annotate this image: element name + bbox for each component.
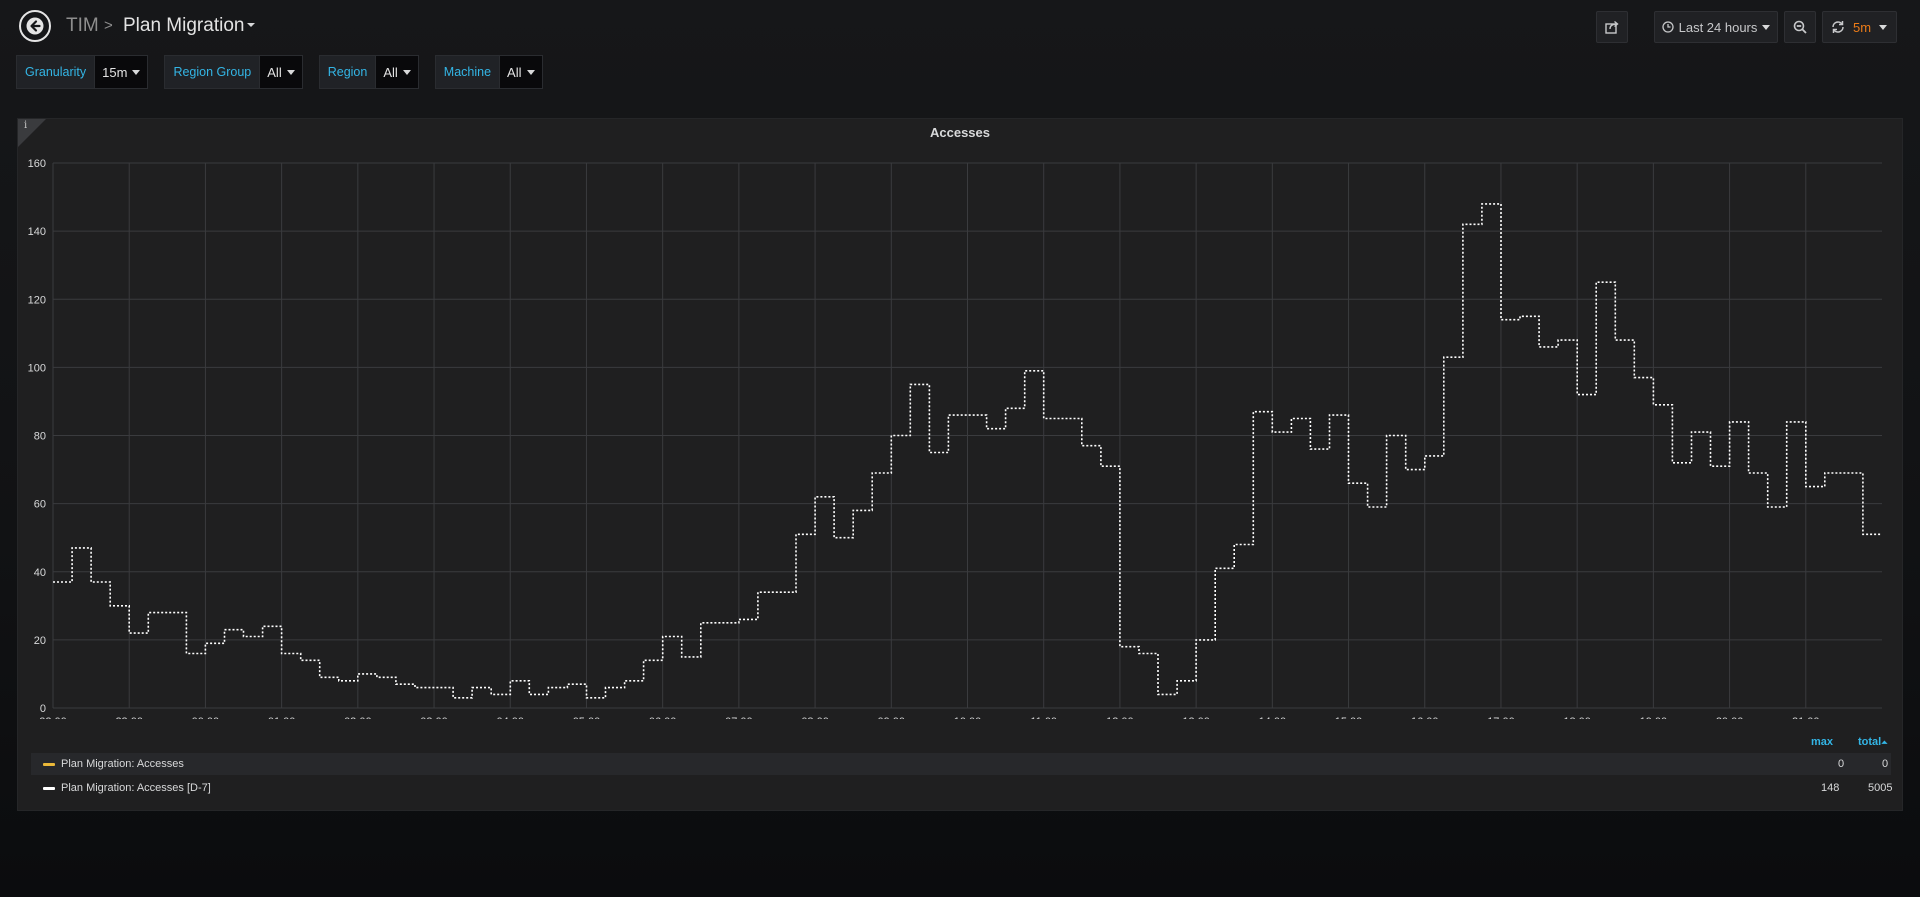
y-tick-label: 40 xyxy=(34,567,46,579)
refresh-icon xyxy=(1832,21,1844,33)
y-tick-label: 20 xyxy=(34,635,46,647)
chevron-down-icon xyxy=(1879,24,1888,30)
legend-max-value: 148 xyxy=(1821,782,1840,794)
x-tick-label: 19:00 xyxy=(1640,716,1668,719)
x-tick-label: 16:00 xyxy=(1411,716,1439,719)
y-tick-label: 80 xyxy=(34,431,46,443)
x-tick-label: 10:00 xyxy=(954,716,982,719)
legend-row[interactable]: Plan Migration: Accesses [D-7] 148 5005 xyxy=(31,777,1893,799)
x-tick-label: 06:00 xyxy=(649,716,677,719)
x-tick-label: 23:00 xyxy=(115,716,143,719)
clock-icon xyxy=(1661,21,1674,33)
x-tick-label: 18:00 xyxy=(1563,716,1591,719)
x-tick-label: 17:00 xyxy=(1487,716,1515,719)
legend-total-value: 5005 xyxy=(1868,782,1893,794)
x-tick-label: 11:00 xyxy=(1030,716,1057,719)
breadcrumb-folder[interactable]: TIM xyxy=(66,15,99,37)
breadcrumb-separator: > xyxy=(104,17,113,34)
chevron-down-icon xyxy=(1762,24,1771,30)
variable-region-group: Region Group All xyxy=(164,55,303,89)
graph-canvas[interactable]: 0 20 40 60 80 100 120 140 160 22:00 23:00 00:00 01:0… xyxy=(18,119,1904,719)
sort-asc-icon: ⏶ xyxy=(1881,738,1888,747)
variable-dropdown[interactable]: 15m xyxy=(95,55,149,89)
variable-label: Region Group xyxy=(164,55,261,89)
legend-series-name[interactable]: Plan Migration: Accesses [D-7] xyxy=(61,782,211,794)
x-tick-label: 03:00 xyxy=(420,716,448,719)
y-tick-label: 0 xyxy=(40,703,46,715)
legend-header-total[interactable]: total⏶ xyxy=(1858,736,1888,748)
series-color-swatch[interactable] xyxy=(43,762,55,766)
chevron-down-icon xyxy=(132,69,141,75)
x-tick-label: 20:00 xyxy=(1716,716,1744,719)
x-tick-label: 21:00 xyxy=(1792,716,1820,719)
variable-value: 15m xyxy=(102,64,128,80)
zoom-out-icon xyxy=(1793,20,1807,34)
title-caret-icon[interactable] xyxy=(246,17,256,31)
x-tick-label: 01:00 xyxy=(268,716,296,719)
refresh-interval-label: 5m xyxy=(1853,19,1872,35)
time-range-label: Last 24 hours xyxy=(1678,19,1758,35)
variable-machine: Machine All xyxy=(434,55,543,89)
legend-header-max[interactable]: max xyxy=(1811,736,1833,748)
variable-dropdown[interactable]: All xyxy=(376,55,419,89)
variable-value: All xyxy=(507,64,522,80)
y-tick-label: 160 xyxy=(28,158,46,170)
x-tick-label: 05:00 xyxy=(573,716,601,719)
share-icon xyxy=(1605,20,1619,34)
variable-region: Region All xyxy=(318,55,419,89)
variable-dropdown[interactable]: All xyxy=(260,55,303,89)
back-button[interactable] xyxy=(19,10,51,42)
series-color-swatch[interactable] xyxy=(43,786,55,790)
chevron-down-icon xyxy=(526,69,535,75)
x-tick-label: 22:00 xyxy=(39,716,67,719)
dashboard-title[interactable]: Plan Migration xyxy=(123,15,244,37)
variable-value: All xyxy=(267,64,282,80)
chevron-down-icon xyxy=(402,69,411,75)
variable-value: All xyxy=(383,64,398,80)
time-range-picker[interactable]: Last 24 hours xyxy=(1654,11,1778,43)
x-tick-label: 00:00 xyxy=(192,716,220,719)
x-tick-label: 09:00 xyxy=(878,716,906,719)
variable-label: Machine xyxy=(434,55,501,89)
top-navbar: TIM > Plan Migration Last 24 hours 5m xyxy=(0,0,1920,52)
y-tick-label: 100 xyxy=(28,362,46,374)
legend-row[interactable]: Plan Migration: Accesses 0 0 xyxy=(31,753,1891,775)
y-tick-label: 140 xyxy=(28,226,46,238)
variable-dropdown[interactable]: All xyxy=(500,55,543,89)
legend-total-value: 0 xyxy=(1882,758,1889,770)
x-tick-label: 12:00 xyxy=(1106,716,1134,719)
variable-label: Region xyxy=(318,55,377,89)
variable-label: Granularity xyxy=(16,55,96,89)
x-tick-label: 08:00 xyxy=(801,716,829,719)
y-tick-label: 120 xyxy=(28,294,46,306)
zoom-out-button[interactable] xyxy=(1784,11,1816,43)
legend-max-value: 0 xyxy=(1838,758,1845,770)
legend-series-name[interactable]: Plan Migration: Accesses xyxy=(61,758,184,770)
refresh-picker[interactable]: 5m xyxy=(1822,11,1897,43)
x-tick-label: 04:00 xyxy=(496,716,524,719)
share-button[interactable] xyxy=(1596,11,1628,43)
graph-panel: i Accesses 02040608010012014016022:0023:… xyxy=(17,118,1903,811)
x-tick-label: 02:00 xyxy=(344,716,372,719)
chevron-down-icon xyxy=(286,69,295,75)
variable-granularity: Granularity 15m xyxy=(16,55,149,89)
x-tick-label: 14:00 xyxy=(1259,716,1287,719)
x-tick-label: 15:00 xyxy=(1335,716,1363,719)
x-tick-label: 07:00 xyxy=(725,716,753,719)
y-tick-label: 60 xyxy=(34,499,46,511)
arrow-left-icon xyxy=(26,17,44,35)
template-variables: Granularity 15m Region Group All Region … xyxy=(16,55,559,89)
x-tick-label: 13:00 xyxy=(1182,716,1210,719)
